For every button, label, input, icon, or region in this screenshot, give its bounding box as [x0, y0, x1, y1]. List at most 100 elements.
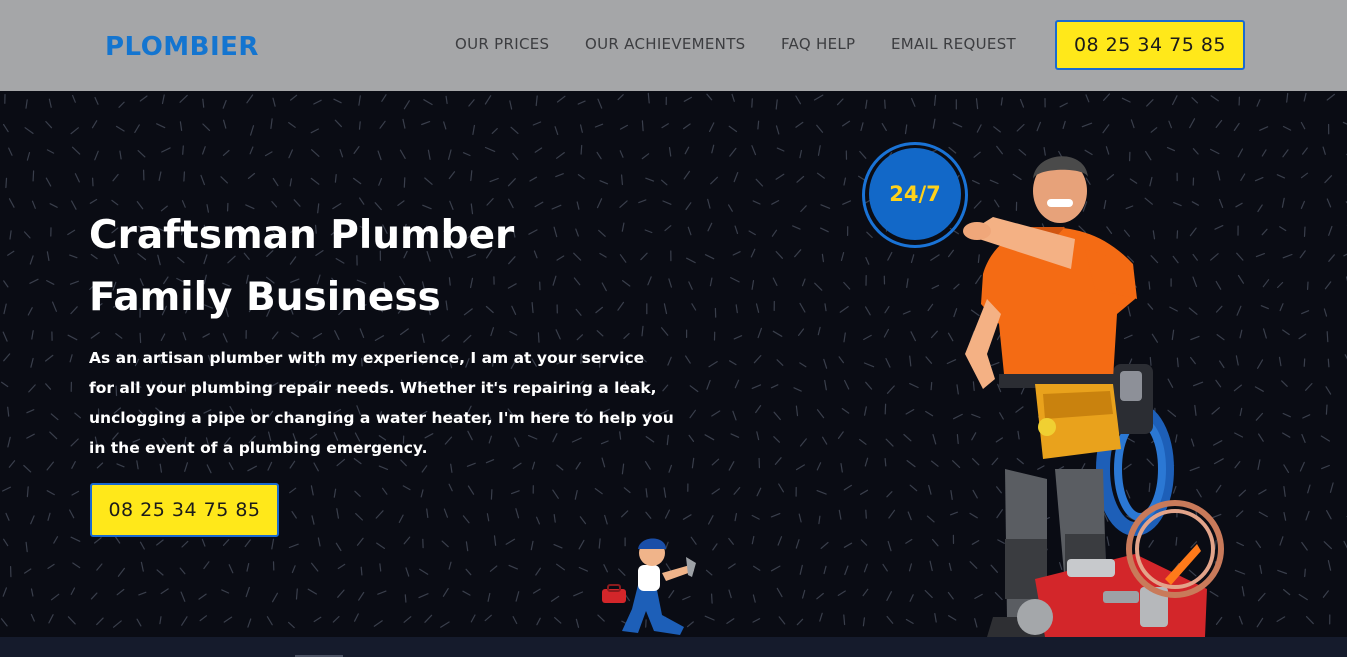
pattern-dash [139, 541, 145, 550]
nav-faq-help[interactable]: FAQ HELP [781, 35, 855, 53]
pattern-dash [837, 431, 844, 439]
pattern-dash [26, 486, 29, 498]
pattern-dash [1326, 198, 1332, 208]
pattern-dash [1257, 204, 1263, 213]
pattern-dash [794, 249, 802, 258]
pattern-dash [377, 590, 387, 595]
pattern-dash [156, 539, 164, 546]
pattern-dash [23, 231, 31, 239]
pattern-dash [930, 381, 933, 391]
pattern-dash [776, 587, 783, 598]
pattern-dash [1305, 510, 1310, 521]
pattern-dash [933, 94, 937, 106]
nav-email-request[interactable]: EMAIL REQUEST [891, 35, 1016, 53]
pattern-dash [462, 590, 471, 596]
pattern-dash [29, 278, 39, 284]
pattern-dash [1257, 459, 1261, 470]
pattern-dash [708, 361, 718, 368]
pattern-dash [70, 306, 78, 315]
pattern-dash [27, 307, 33, 316]
pattern-dash [1283, 464, 1290, 473]
pattern-dash [510, 126, 519, 135]
pattern-dash [247, 618, 252, 628]
pattern-dash [487, 592, 491, 602]
pattern-dash [578, 566, 589, 572]
pattern-dash [773, 411, 781, 421]
pattern-dash [840, 252, 845, 261]
pattern-dash [1234, 569, 1246, 575]
pattern-dash [708, 122, 715, 133]
pattern-dash [576, 334, 584, 341]
pattern-dash [484, 146, 496, 153]
pattern-dash [358, 95, 361, 106]
pattern-dash [801, 278, 806, 287]
pattern-dash [836, 98, 844, 106]
pattern-dash [462, 152, 471, 157]
pattern-dash [770, 565, 781, 572]
pattern-dash [1325, 510, 1332, 520]
pattern-dash [770, 384, 779, 389]
pattern-dash [51, 301, 58, 312]
pattern-dash [734, 379, 740, 389]
pattern-dash [728, 537, 734, 545]
pattern-dash [470, 170, 473, 182]
pattern-dash [289, 178, 292, 187]
pattern-dash [886, 385, 895, 394]
nav-our-achievements[interactable]: OUR ACHIEVEMENTS [585, 35, 746, 53]
pattern-dash [1, 381, 9, 388]
pattern-dash [884, 306, 890, 314]
nav-our-prices[interactable]: OUR PRICES [455, 35, 549, 53]
pattern-dash [733, 487, 741, 495]
pattern-dash [3, 303, 7, 315]
pattern-dash [688, 434, 695, 442]
pattern-dash [29, 255, 34, 265]
pattern-dash [862, 588, 869, 597]
pattern-dash [403, 177, 406, 188]
pattern-dash [952, 122, 963, 128]
pattern-dash [975, 98, 979, 110]
pattern-dash [1301, 433, 1306, 443]
hero-phone-button[interactable]: 08 25 34 75 85 [90, 483, 279, 537]
pattern-dash [72, 562, 81, 569]
pattern-dash [46, 461, 55, 471]
pattern-dash [90, 331, 100, 339]
pattern-dash [1062, 120, 1066, 130]
pattern-dash [816, 409, 825, 419]
pattern-dash [7, 250, 15, 256]
pattern-dash [1236, 305, 1242, 316]
pattern-dash [619, 124, 629, 130]
pattern-dash [1254, 386, 1264, 392]
pattern-dash [1262, 279, 1270, 288]
pattern-dash [816, 172, 825, 179]
pattern-dash [728, 360, 737, 366]
hero-description: As an artisan plumber with my experience… [89, 349, 674, 457]
logo[interactable]: PLOMBIER [105, 32, 259, 62]
pattern-dash [537, 332, 540, 343]
pattern-dash [266, 616, 273, 626]
pattern-dash [1299, 250, 1306, 259]
pattern-dash [597, 98, 603, 109]
pattern-dash [1059, 102, 1068, 108]
pattern-dash [448, 561, 452, 570]
pattern-dash [888, 509, 896, 519]
pattern-dash [1327, 358, 1330, 368]
pattern-dash [1300, 172, 1309, 179]
pattern-dash [44, 354, 54, 362]
pattern-dash [46, 149, 55, 154]
pattern-dash [1324, 175, 1333, 184]
pattern-dash [203, 561, 210, 570]
pattern-dash [1254, 176, 1264, 182]
pattern-dash [1325, 404, 1328, 415]
pattern-dash [139, 95, 148, 102]
pattern-dash [206, 464, 212, 474]
header-phone-button[interactable]: 08 25 34 75 85 [1055, 20, 1245, 70]
pattern-dash [793, 387, 802, 392]
pattern-dash [932, 118, 936, 129]
pattern-dash [886, 491, 893, 498]
pattern-dash [337, 589, 345, 598]
pattern-dash [70, 200, 77, 210]
pattern-dash [775, 173, 785, 180]
pattern-dash [441, 540, 449, 548]
pattern-dash [580, 144, 583, 155]
pattern-dash [512, 152, 519, 161]
